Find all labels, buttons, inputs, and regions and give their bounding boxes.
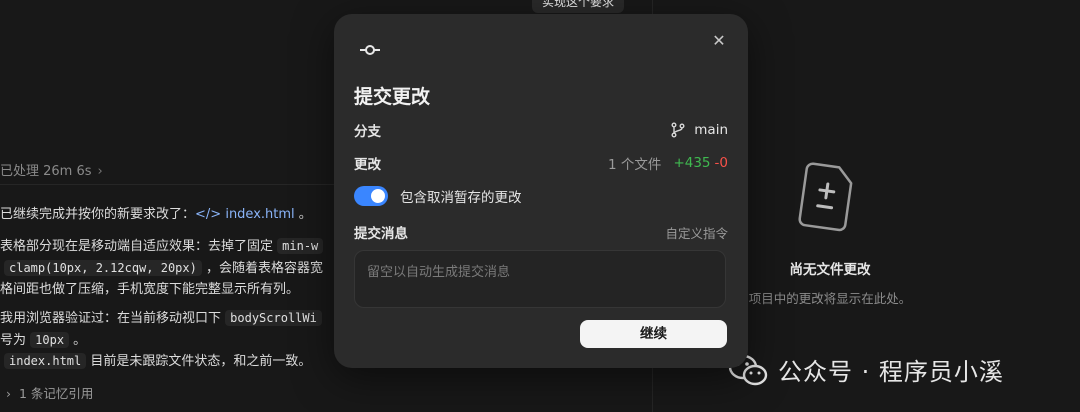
message-text: 。 bbox=[294, 207, 312, 222]
message-text: 表格部分现在是移动端自适应效果：去掉了固定 bbox=[0, 239, 278, 254]
message-text: 号为 bbox=[0, 333, 31, 348]
inline-code: 10px bbox=[30, 332, 70, 348]
commit-dialog: ✕ 提交更改 分支 main 更改 1 个文件 +435 -0 包含取消暂存的更… bbox=[334, 14, 748, 368]
branch-value: main bbox=[670, 122, 728, 138]
dialog-title: 提交更改 bbox=[354, 86, 431, 108]
message-line: 号为 10px 。 bbox=[0, 329, 86, 348]
app-window: 实现这个要求 已处理 26m 6s › 已继续完成并按你的新要求改了：</> in… bbox=[0, 0, 1080, 412]
message-line: 表格部分现在是移动端自适应效果：去掉了固定 min-w bbox=[0, 235, 324, 254]
message-text: 目前是未跟踪文件状态，和之前一致。 bbox=[86, 354, 312, 369]
continue-button[interactable]: 继续 bbox=[580, 320, 727, 348]
files-count: 1 个文件 bbox=[608, 157, 662, 173]
changes-summary: 1 个文件 +435 -0 bbox=[608, 153, 728, 173]
file-link[interactable]: </> bbox=[195, 207, 225, 222]
inline-code: index.html bbox=[4, 353, 87, 369]
tooltip: 实现这个要求 bbox=[532, 0, 625, 13]
changes-label: 更改 bbox=[354, 157, 381, 173]
message-line: 格间距也做了压缩，手机宽度下能完整显示所有列。 bbox=[0, 278, 299, 297]
inline-code: clamp(10px, 2.12cqw, 20px) bbox=[4, 260, 202, 276]
watermark: 公众号 · 程序员小溪 bbox=[728, 352, 1004, 387]
message-text: 格间距也做了压缩，手机宽度下能完整显示所有列。 bbox=[0, 282, 300, 297]
message-line: index.html 目前是未跟踪文件状态，和之前一致。 bbox=[4, 350, 311, 369]
commit-message-input[interactable] bbox=[354, 250, 726, 308]
file-link[interactable]: index.html bbox=[225, 207, 294, 222]
include-unstaged-label: 包含取消暂存的更改 bbox=[400, 190, 522, 206]
processed-toggle[interactable]: 已处理 26m 6s › bbox=[0, 160, 103, 179]
message-line: clamp(10px, 2.12cqw, 20px) ，会随着表格容器宽 bbox=[4, 257, 323, 276]
message-text: 我用浏览器验证过：在当前移动视口下 bbox=[0, 311, 226, 326]
branch-label: 分支 bbox=[354, 124, 381, 140]
inline-code: bodyScrollWi bbox=[225, 310, 322, 326]
processed-label: 已处理 26m 6s bbox=[0, 164, 92, 179]
changes-row: 更改 1 个文件 +435 -0 bbox=[354, 153, 728, 173]
include-unstaged-row: 包含取消暂存的更改 bbox=[354, 186, 522, 206]
git-commit-icon bbox=[360, 45, 380, 55]
git-branch-icon bbox=[671, 122, 685, 138]
deletions-count: -0 bbox=[714, 155, 728, 171]
divider bbox=[0, 184, 336, 185]
branch-name: main bbox=[694, 122, 728, 138]
branch-row: 分支 main bbox=[354, 120, 728, 140]
chat-pane: 已处理 26m 6s › 已继续完成并按你的新要求改了：</> index.htm… bbox=[0, 0, 340, 412]
chevron-right-icon: › bbox=[6, 386, 11, 401]
message-line: 已继续完成并按你的新要求改了：</> index.html 。 bbox=[0, 203, 312, 222]
additions-count: +435 bbox=[673, 155, 711, 171]
message-text: ，会随着表格容器宽 bbox=[201, 261, 323, 276]
toggle-knob bbox=[371, 189, 385, 203]
message-text: 已继续完成并按你的新要求改了： bbox=[0, 207, 196, 222]
message-text: 。 bbox=[69, 333, 87, 348]
memory-reference-label: 1 条记忆引用 bbox=[19, 386, 94, 401]
inline-code: min-w bbox=[277, 238, 324, 254]
memory-reference-toggle[interactable]: › 1 条记忆引用 bbox=[6, 383, 93, 402]
message-line: 我用浏览器验证过：在当前移动视口下 bodyScrollWi bbox=[0, 307, 322, 326]
custom-instructions-link[interactable]: 自定义指令 bbox=[665, 223, 728, 242]
include-unstaged-toggle[interactable] bbox=[354, 186, 388, 206]
commit-message-label: 提交消息 bbox=[354, 226, 408, 242]
chevron-right-icon: › bbox=[97, 164, 103, 179]
file-diff-icon bbox=[798, 162, 853, 232]
watermark-text: 公众号 · 程序员小溪 bbox=[778, 358, 1004, 386]
close-icon[interactable]: ✕ bbox=[710, 32, 728, 50]
commit-message-header: 提交消息 自定义指令 bbox=[354, 222, 728, 243]
